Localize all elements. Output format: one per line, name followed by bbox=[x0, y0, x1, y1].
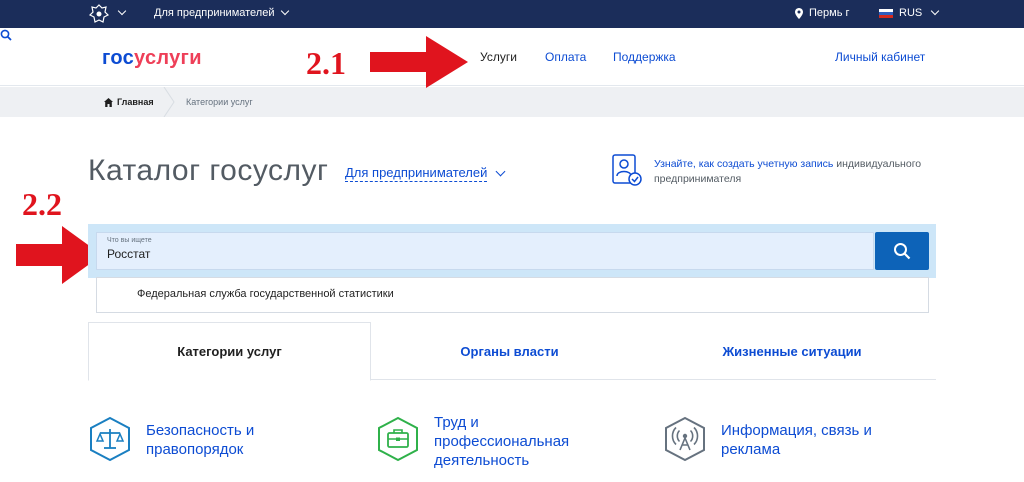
tab-life-situations[interactable]: Жизненные ситуации bbox=[648, 322, 936, 380]
user-card-icon bbox=[612, 154, 642, 186]
breadcrumb-home-link[interactable]: Главная bbox=[104, 97, 154, 107]
category-information[interactable]: Информация, связь и реклама bbox=[663, 416, 901, 462]
coat-of-arms-icon[interactable] bbox=[88, 3, 110, 25]
category-security[interactable]: Безопасность и правопорядок bbox=[88, 416, 286, 462]
language-selector[interactable]: RUS bbox=[879, 6, 940, 19]
briefcase-icon bbox=[378, 416, 418, 462]
search-button[interactable] bbox=[875, 232, 929, 270]
catalog-segment-label: Для предпринимателей bbox=[345, 165, 488, 182]
breadcrumb-current: Категории услуг bbox=[186, 97, 253, 107]
category-labor[interactable]: Труд и профессиональная деятельность bbox=[376, 414, 594, 470]
russian-flag-icon bbox=[879, 8, 893, 18]
antenna-icon bbox=[665, 416, 705, 462]
page-title: Каталог госуслуг bbox=[88, 154, 329, 187]
logo-part-gos: гос bbox=[102, 47, 135, 69]
chevron-down-icon bbox=[495, 166, 506, 177]
top-bar: Для предпринимателей Пермь г RUS bbox=[0, 0, 1024, 28]
search-suggestions: Федеральная служба государственной стати… bbox=[96, 277, 929, 313]
personal-cabinet-link[interactable]: Личный кабинет bbox=[835, 50, 925, 64]
category-label: Информация, связь и реклама bbox=[721, 422, 872, 458]
main-nav: Услуги Оплата Поддержка Личный кабинет bbox=[0, 28, 1024, 64]
language-label: RUS bbox=[899, 7, 923, 19]
emblem-chevron-down-icon[interactable] bbox=[117, 6, 127, 16]
catalog-segment-selector[interactable]: Для предпринимателей bbox=[345, 165, 506, 182]
tab-authorities[interactable]: Органы власти bbox=[371, 322, 648, 380]
chevron-down-icon bbox=[281, 6, 290, 16]
annotation-step-2-2: 2.2 bbox=[22, 186, 62, 222]
home-icon bbox=[104, 97, 113, 107]
breadcrumb-separator bbox=[163, 87, 175, 117]
location-pin-icon bbox=[795, 7, 803, 19]
segment-switcher-label: Для предпринимателей bbox=[154, 7, 275, 19]
ip-account-hint: Узнайте, как создать учетную запись инди… bbox=[654, 157, 944, 187]
red-arrow-right-icon bbox=[370, 36, 468, 88]
location-selector[interactable]: Пермь г bbox=[795, 7, 850, 19]
breadcrumb: Главная Категории услуг bbox=[0, 87, 1024, 117]
site-header: госуслуги Услуги Оплата Поддержка Личный… bbox=[0, 28, 1024, 86]
search-icon[interactable] bbox=[0, 29, 12, 41]
chevron-down-icon bbox=[930, 6, 940, 16]
nav-payment-link[interactable]: Оплата bbox=[545, 50, 586, 64]
tab-categories[interactable]: Категории услуг bbox=[88, 322, 371, 381]
catalog-tabs: Категории услуг Органы власти Жизненные … bbox=[88, 322, 936, 381]
breadcrumb-home-label: Главная bbox=[117, 97, 154, 107]
search-icon bbox=[894, 243, 911, 260]
nav-support-link[interactable]: Поддержка bbox=[613, 50, 676, 64]
gosuslugi-logo[interactable]: госуслуги bbox=[102, 47, 202, 70]
search-input[interactable]: Что вы ищете Росстат bbox=[96, 232, 874, 270]
search-input-label: Что вы ищете bbox=[107, 237, 152, 244]
scales-icon bbox=[90, 416, 130, 462]
location-label: Пермь г bbox=[809, 7, 850, 19]
logo-part-uslugi: услуги bbox=[134, 47, 202, 69]
ip-account-hint-link[interactable]: Узнайте, как создать учетную запись bbox=[654, 158, 833, 170]
search-suggestion-item[interactable]: Федеральная служба государственной стати… bbox=[137, 288, 394, 300]
search-input-value: Росстат bbox=[107, 247, 151, 261]
category-label: Безопасность и правопорядок bbox=[146, 422, 255, 458]
nav-services-link[interactable]: Услуги bbox=[480, 50, 517, 64]
annotation-step-2-1: 2.1 bbox=[306, 45, 346, 81]
category-label: Труд и профессиональная деятельность bbox=[434, 414, 570, 469]
segment-switcher[interactable]: Для предпринимателей bbox=[154, 6, 290, 19]
